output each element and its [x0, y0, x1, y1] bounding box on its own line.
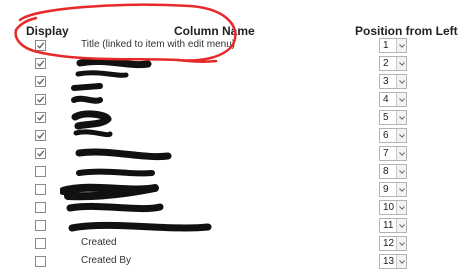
position-value: 11	[383, 220, 394, 231]
dropdown-arrow[interactable]	[396, 201, 406, 214]
dropdown-arrow[interactable]	[396, 75, 406, 88]
checkmark-icon	[37, 150, 45, 157]
column-row: Created 12	[0, 235, 474, 252]
column-row: 6	[0, 127, 474, 144]
checkmark-icon	[37, 114, 45, 121]
column-name-header: Column Name	[174, 24, 255, 38]
chevron-down-icon	[399, 206, 405, 210]
dropdown-arrow[interactable]	[396, 111, 406, 124]
column-row: 11	[0, 217, 474, 234]
column-name: Title (linked to item with edit menu)	[81, 39, 236, 50]
dropdown-arrow[interactable]	[396, 255, 406, 268]
position-select[interactable]: 9	[379, 182, 407, 197]
chevron-down-icon	[399, 152, 405, 156]
display-checkbox[interactable]	[35, 202, 46, 213]
display-checkbox[interactable]	[35, 40, 46, 51]
position-value: 3	[383, 76, 389, 87]
position-select[interactable]: 10	[379, 200, 407, 215]
checkmark-icon	[37, 132, 45, 139]
dropdown-arrow[interactable]	[396, 237, 406, 250]
dropdown-arrow[interactable]	[396, 147, 406, 160]
checkmark-icon	[37, 96, 45, 103]
dropdown-arrow[interactable]	[396, 183, 406, 196]
position-select[interactable]: 8	[379, 164, 407, 179]
dropdown-arrow[interactable]	[396, 39, 406, 52]
position-from-left-header: Position from Left	[355, 24, 458, 38]
position-select[interactable]: 4	[379, 92, 407, 107]
display-checkbox[interactable]	[35, 76, 46, 87]
position-value: 4	[383, 94, 389, 105]
chevron-down-icon	[399, 134, 405, 138]
display-checkbox[interactable]	[35, 130, 46, 141]
position-select[interactable]: 7	[379, 146, 407, 161]
position-value: 12	[383, 238, 395, 249]
chevron-down-icon	[399, 188, 405, 192]
display-checkbox[interactable]	[35, 256, 46, 267]
column-row: Created By 13	[0, 253, 474, 270]
position-value: 13	[383, 256, 395, 267]
chevron-down-icon	[399, 170, 405, 174]
column-row: 8	[0, 163, 474, 180]
position-value: 1	[383, 40, 389, 51]
column-row: 7	[0, 145, 474, 162]
column-row: 10	[0, 199, 474, 216]
display-checkbox[interactable]	[35, 58, 46, 69]
dropdown-arrow[interactable]	[396, 129, 406, 142]
display-checkbox[interactable]	[35, 184, 46, 195]
chevron-down-icon	[399, 260, 405, 264]
chevron-down-icon	[399, 116, 405, 120]
column-row: 2	[0, 55, 474, 72]
column-row: 3	[0, 73, 474, 90]
position-value: 10	[383, 202, 395, 213]
column-row: 4	[0, 91, 474, 108]
position-value: 6	[383, 130, 389, 141]
position-select[interactable]: 11	[379, 218, 407, 233]
position-select[interactable]: 2	[379, 56, 407, 71]
position-value: 5	[383, 112, 389, 123]
chevron-down-icon	[399, 242, 405, 246]
column-row: Title (linked to item with edit menu) 1	[0, 37, 474, 54]
position-select[interactable]: 13	[379, 254, 407, 269]
column-name: Created By	[81, 255, 132, 266]
position-select[interactable]: 1	[379, 38, 407, 53]
checkmark-icon	[37, 42, 45, 49]
chevron-down-icon	[399, 62, 405, 66]
position-select[interactable]: 5	[379, 110, 407, 125]
position-value: 8	[383, 166, 389, 177]
column-row: 9	[0, 181, 474, 198]
display-checkbox[interactable]	[35, 112, 46, 123]
display-checkbox[interactable]	[35, 94, 46, 105]
dropdown-arrow[interactable]	[396, 57, 406, 70]
position-value: 7	[383, 148, 389, 159]
column-row: 5	[0, 109, 474, 126]
display-checkbox[interactable]	[35, 148, 46, 159]
display-checkbox[interactable]	[35, 166, 46, 177]
position-select[interactable]: 12	[379, 236, 407, 251]
dropdown-arrow[interactable]	[396, 93, 406, 106]
position-select[interactable]: 3	[379, 74, 407, 89]
position-select[interactable]: 6	[379, 128, 407, 143]
checkmark-icon	[37, 78, 45, 85]
display-checkbox[interactable]	[35, 238, 46, 249]
column-name: Created	[81, 237, 117, 248]
chevron-down-icon	[399, 44, 405, 48]
chevron-down-icon	[399, 224, 405, 228]
dropdown-arrow[interactable]	[396, 165, 406, 178]
display-checkbox[interactable]	[35, 220, 46, 231]
position-value: 9	[383, 184, 389, 195]
display-column-header: Display	[26, 24, 69, 38]
chevron-down-icon	[399, 80, 405, 84]
chevron-down-icon	[399, 98, 405, 102]
checkmark-icon	[37, 60, 45, 67]
position-value: 2	[383, 58, 389, 69]
dropdown-arrow[interactable]	[396, 219, 406, 232]
